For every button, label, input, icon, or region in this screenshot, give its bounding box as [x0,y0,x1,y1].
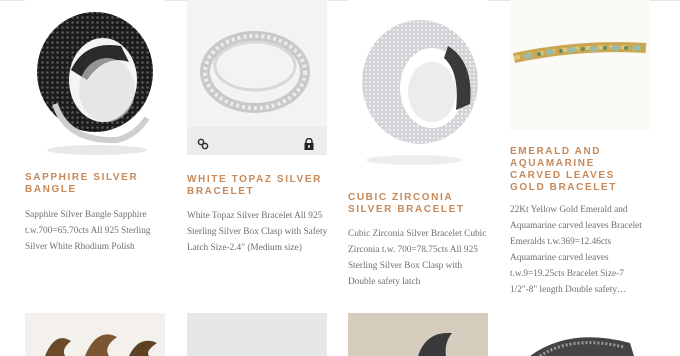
product-image[interactable] [348,313,488,356]
product-image[interactable] [187,313,327,356]
product-card[interactable]: WHITE TOPAZ SILVER BRACELET White Topaz … [187,0,327,253]
product-description: Sapphire Silver Bangle Sapphire t.w.700=… [25,210,151,252]
black-sapphire-bangle-image [37,12,153,155]
link-icon[interactable] [197,137,209,150]
cubic-zirconia-bangle-image [362,20,478,165]
product-description: White Topaz Silver Bracelet All 925 Ster… [187,211,328,253]
product-image[interactable] [187,0,327,155]
product-image[interactable] [348,0,488,180]
product-photo-image [187,313,327,356]
product-card[interactable]: SAPPHIRE SILVER BANGLE Sapphire Silver B… [25,0,165,252]
product-title[interactable]: SAPPHIRE SILVER BANGLE [25,172,165,196]
product-image[interactable] [25,313,165,356]
product-title[interactable]: WHITE TOPAZ SILVER BRACELET [187,174,327,198]
product-title[interactable]: Cubic Zirconia Silver Bracelet [348,192,488,216]
bracelet-photo-image [348,313,488,356]
pave-bangle-image [530,337,634,356]
product-image[interactable] [25,0,165,158]
white-topaz-bangle-image [187,0,327,155]
product-title[interactable]: EMERALD AND AQUAMARINE CARVED LEAVES GOL… [510,146,650,194]
lock-icon[interactable] [303,137,315,150]
product-description: Cubic Zirconia Silver Bracelet Cubic Zir… [348,229,487,287]
product-description: 22Kt Yellow Gold Emerald and Aquamarine … [510,205,642,295]
gold-earrings-image [45,334,157,356]
emerald-aquamarine-bracelet-image [510,0,650,130]
product-image[interactable] [510,0,650,130]
product-card[interactable]: EMERALD AND AQUAMARINE CARVED LEAVES GOL… [510,0,650,295]
product-image[interactable] [510,313,650,356]
product-card[interactable]: Cubic Zirconia Silver Bracelet Cubic Zir… [348,0,488,287]
